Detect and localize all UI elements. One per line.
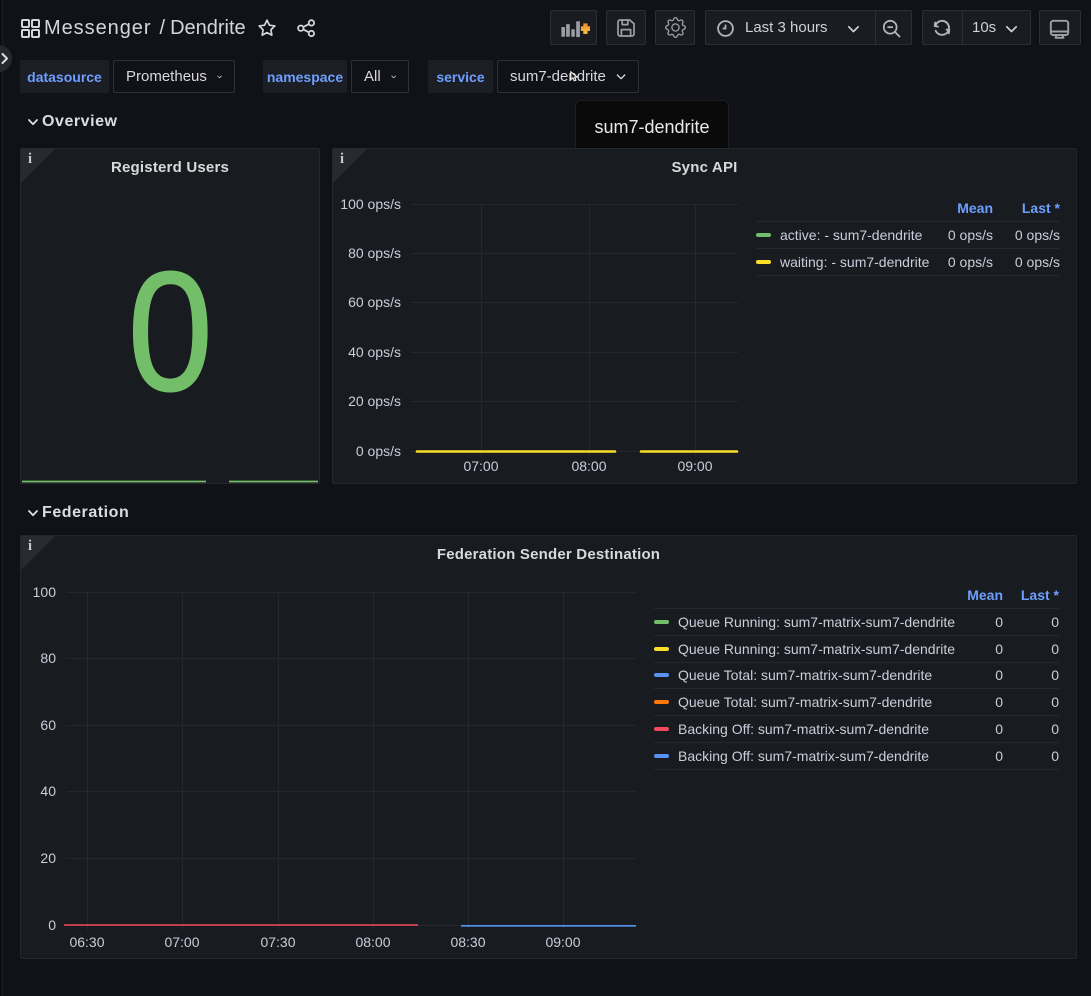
- svg-text:0: 0: [48, 917, 56, 933]
- svg-text:0 ops/s: 0 ops/s: [356, 443, 401, 459]
- svg-text:60: 60: [40, 717, 56, 733]
- svg-text:100 ops/s: 100 ops/s: [340, 196, 401, 212]
- svg-text:08:00: 08:00: [355, 934, 390, 950]
- svg-text:80 ops/s: 80 ops/s: [348, 245, 401, 261]
- svg-text:60 ops/s: 60 ops/s: [348, 294, 401, 310]
- svg-text:09:00: 09:00: [545, 934, 580, 950]
- svg-text:09:00: 09:00: [677, 458, 712, 474]
- svg-text:40: 40: [40, 783, 56, 799]
- svg-text:100: 100: [33, 584, 57, 600]
- svg-text:07:00: 07:00: [164, 934, 199, 950]
- svg-text:07:00: 07:00: [463, 458, 498, 474]
- svg-text:08:30: 08:30: [450, 934, 485, 950]
- svg-text:80: 80: [40, 650, 56, 666]
- svg-text:07:30: 07:30: [260, 934, 295, 950]
- svg-text:40 ops/s: 40 ops/s: [348, 344, 401, 360]
- svg-text:20 ops/s: 20 ops/s: [348, 393, 401, 409]
- svg-text:06:30: 06:30: [69, 934, 104, 950]
- svg-text:08:00: 08:00: [571, 458, 606, 474]
- svg-text:20: 20: [40, 850, 56, 866]
